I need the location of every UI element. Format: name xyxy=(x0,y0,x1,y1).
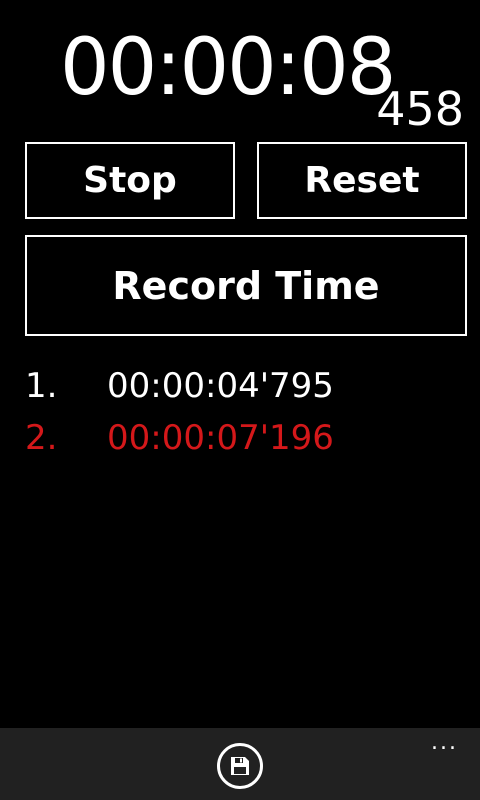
save-icon xyxy=(231,757,249,775)
save-button[interactable] xyxy=(217,743,263,789)
stopwatch-app: 00:00:08 458 Stop Reset Record Time 1. 0… xyxy=(0,0,480,800)
lap-index: 1. xyxy=(25,366,58,406)
elapsed-time: 00:00:08 xyxy=(60,23,396,113)
lap-index: 2. xyxy=(25,418,58,458)
app-bar: ... xyxy=(0,728,480,800)
lap-item: 1. 00:00:04'795 xyxy=(25,360,465,412)
reset-button[interactable]: Reset xyxy=(257,142,467,219)
lap-time: 00:00:07'196 xyxy=(107,418,334,458)
stop-button[interactable]: Stop xyxy=(25,142,235,219)
lap-list: 1. 00:00:04'795 2. 00:00:07'196 xyxy=(25,360,465,464)
lap-item-latest: 2. 00:00:07'196 xyxy=(25,412,465,464)
more-options-button[interactable]: ... xyxy=(431,732,458,754)
lap-time: 00:00:04'795 xyxy=(107,366,334,406)
record-time-button[interactable]: Record Time xyxy=(25,235,467,336)
elapsed-milliseconds: 458 xyxy=(376,82,464,136)
